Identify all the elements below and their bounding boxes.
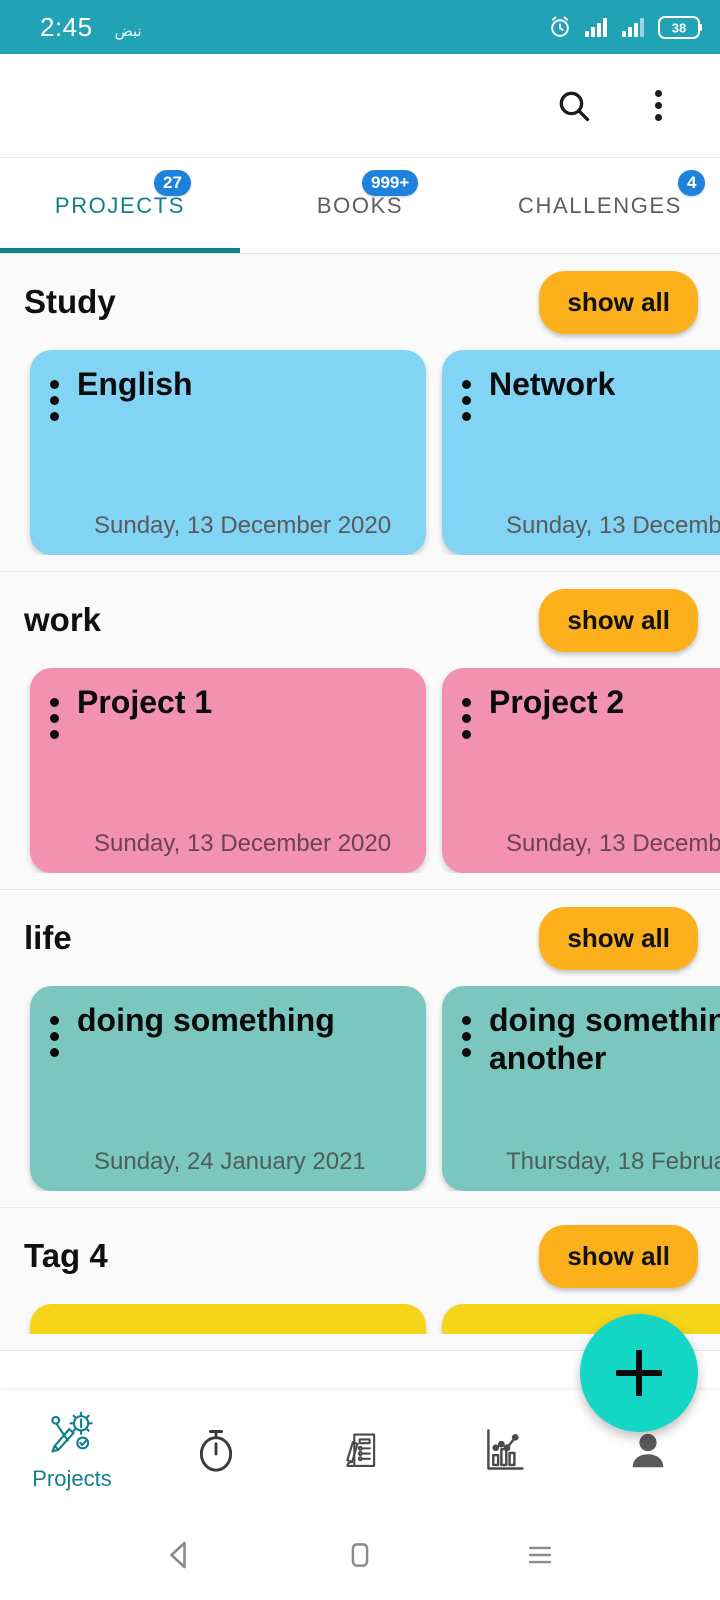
kebab-menu-icon[interactable] bbox=[638, 86, 678, 126]
nav-item-statistics[interactable] bbox=[432, 1424, 576, 1476]
tab-books-badge: 999+ bbox=[362, 170, 419, 196]
card-title: Project 2 bbox=[489, 684, 625, 720]
card-title: doing something bbox=[77, 1002, 335, 1038]
section-life: life show all doing something Sunday, 24… bbox=[0, 890, 720, 1208]
tab-challenges[interactable]: CHALLENGES 4 bbox=[480, 158, 720, 253]
kebab-dot bbox=[654, 90, 662, 97]
battery-level-text: 38 bbox=[672, 20, 686, 35]
nav-item-timer[interactable] bbox=[144, 1424, 288, 1476]
app-bar bbox=[0, 54, 720, 158]
notes-checklist-icon bbox=[334, 1424, 386, 1476]
card-kebab-menu-icon[interactable] bbox=[50, 366, 59, 421]
card-kebab-menu-icon[interactable] bbox=[462, 1002, 471, 1057]
section-study: Study show all English Sunday, 13 Decemb… bbox=[0, 254, 720, 572]
tab-books[interactable]: BOOKS 999+ bbox=[240, 158, 480, 253]
plus-icon bbox=[636, 1350, 642, 1396]
tab-active-indicator bbox=[0, 248, 240, 253]
project-card[interactable]: doing something another Thursday, 18 Feb… bbox=[442, 986, 720, 1191]
battery-icon: 38 bbox=[658, 15, 702, 40]
status-bar: 2:45 نبض 38 bbox=[0, 0, 720, 54]
show-all-button-work[interactable]: show all bbox=[539, 588, 698, 652]
stopwatch-icon bbox=[190, 1424, 242, 1476]
show-all-button-study[interactable]: show all bbox=[539, 270, 698, 334]
show-all-button-life[interactable]: show all bbox=[539, 906, 698, 970]
card-title: English bbox=[77, 366, 193, 402]
card-date: Sunday, 13 December 2020 bbox=[506, 830, 720, 858]
kebab-dot bbox=[654, 102, 662, 109]
card-kebab-menu-icon[interactable] bbox=[50, 1002, 59, 1057]
tab-projects[interactable]: PROJECTS 27 bbox=[0, 158, 240, 253]
card-top: doing something bbox=[50, 1002, 408, 1057]
project-card[interactable]: doing something Sunday, 24 January 2021 bbox=[30, 986, 426, 1191]
card-row[interactable]: English Sunday, 13 December 2020 Network… bbox=[0, 350, 720, 555]
card-date: Sunday, 24 January 2021 bbox=[94, 1148, 366, 1176]
person-profile-icon bbox=[622, 1424, 674, 1476]
project-card[interactable]: Project 1 Sunday, 13 December 2020 bbox=[30, 668, 426, 873]
card-top: Project 2 bbox=[462, 684, 720, 739]
tab-projects-badge: 27 bbox=[154, 170, 191, 196]
nav-item-profile[interactable] bbox=[576, 1424, 720, 1476]
search-icon[interactable] bbox=[554, 86, 594, 126]
card-row[interactable]: Project 1 Sunday, 13 December 2020 Proje… bbox=[0, 668, 720, 873]
status-bar-left: 2:45 نبض bbox=[40, 12, 142, 43]
card-title: Project 1 bbox=[77, 684, 213, 720]
tab-challenges-badge: 4 bbox=[678, 170, 706, 196]
card-top: doing something another bbox=[462, 1002, 720, 1078]
card-date: Sunday, 13 December 2020 bbox=[94, 830, 392, 858]
tab-challenges-label: CHALLENGES bbox=[518, 192, 682, 218]
card-title: doing something another bbox=[489, 1002, 720, 1076]
nav-item-projects[interactable]: Projects bbox=[0, 1408, 144, 1492]
tab-projects-label: PROJECTS bbox=[54, 192, 186, 218]
projects-pencil-gear-icon bbox=[46, 1408, 98, 1460]
add-project-fab[interactable] bbox=[580, 1314, 698, 1432]
section-header: life show all bbox=[0, 890, 720, 986]
signal-bars-icon bbox=[584, 16, 610, 38]
card-top: Project 1 bbox=[50, 684, 408, 739]
project-card[interactable]: Network Sunday, 13 December 2020 bbox=[442, 350, 720, 555]
card-kebab-menu-icon[interactable] bbox=[462, 366, 471, 421]
recents-hamburger-icon[interactable] bbox=[450, 1538, 630, 1572]
card-top: English bbox=[50, 366, 408, 421]
tab-books-label: BOOKS bbox=[316, 192, 404, 218]
section-header: Study show all bbox=[0, 254, 720, 350]
home-square-icon[interactable] bbox=[270, 1538, 450, 1572]
project-card[interactable] bbox=[30, 1304, 426, 1334]
signal-bars-icon bbox=[621, 16, 647, 38]
card-date: Thursday, 18 February 2021 bbox=[506, 1148, 720, 1176]
status-carrier-label: نبض bbox=[114, 22, 142, 40]
back-triangle-icon[interactable] bbox=[90, 1537, 270, 1573]
card-row[interactable]: doing something Sunday, 24 January 2021 … bbox=[0, 986, 720, 1191]
nav-item-projects-label: Projects bbox=[32, 1466, 112, 1491]
card-top: Network bbox=[462, 366, 720, 421]
alarm-clock-icon bbox=[547, 14, 573, 40]
section-title: work bbox=[24, 601, 102, 638]
section-header: work show all bbox=[0, 572, 720, 668]
section-work: work show all Project 1 Sunday, 13 Decem… bbox=[0, 572, 720, 890]
android-system-nav bbox=[0, 1510, 720, 1600]
tab-bar: PROJECTS 27 BOOKS 999+ CHALLENGES 4 bbox=[0, 158, 720, 254]
nav-item-notes[interactable] bbox=[288, 1424, 432, 1476]
card-date: Sunday, 13 December 2020 bbox=[94, 512, 392, 540]
section-title: Tag 4 bbox=[24, 1237, 108, 1274]
project-card[interactable]: Project 2 Sunday, 13 December 2020 bbox=[442, 668, 720, 873]
show-all-button-tag-4[interactable]: show all bbox=[539, 1224, 698, 1288]
card-date: Sunday, 13 December 2020 bbox=[506, 512, 720, 540]
card-kebab-menu-icon[interactable] bbox=[50, 684, 59, 739]
card-kebab-menu-icon[interactable] bbox=[462, 684, 471, 739]
project-sections-list[interactable]: Study show all English Sunday, 13 Decemb… bbox=[0, 254, 720, 1460]
project-card[interactable]: English Sunday, 13 December 2020 bbox=[30, 350, 426, 555]
status-bar-right: 38 bbox=[547, 14, 702, 40]
section-title: Study bbox=[24, 283, 116, 320]
statistics-chart-icon bbox=[478, 1424, 530, 1476]
status-clock: 2:45 bbox=[40, 11, 93, 42]
section-title: life bbox=[24, 919, 72, 956]
card-title: Network bbox=[489, 366, 616, 402]
kebab-dot bbox=[654, 114, 662, 121]
section-header: Tag 4 show all bbox=[0, 1208, 720, 1304]
